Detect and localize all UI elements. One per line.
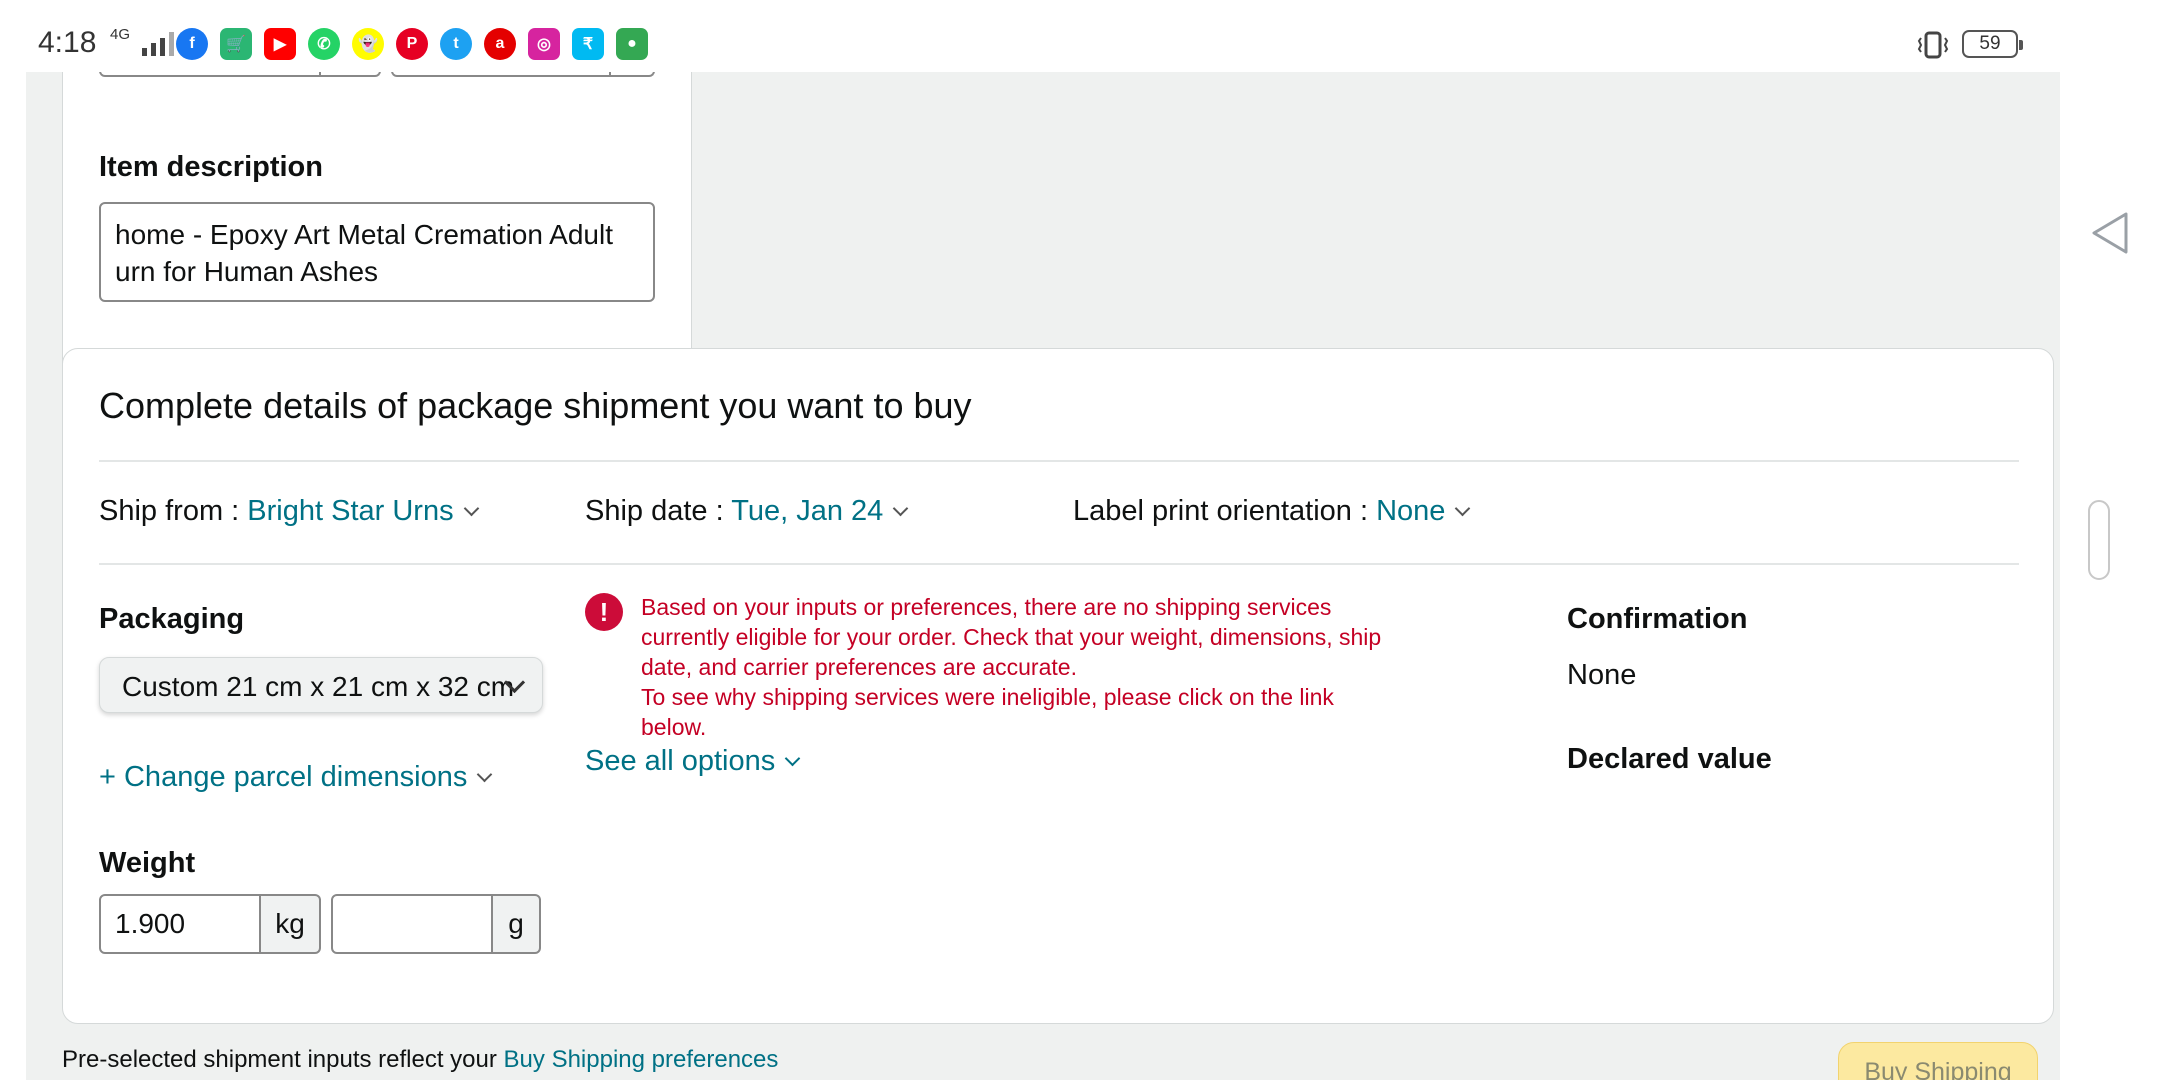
divider <box>99 460 2019 462</box>
weight-g-input[interactable] <box>331 894 493 954</box>
chevron-down-icon <box>477 766 493 783</box>
ship-date-dropdown[interactable]: Tue, Jan 24 <box>731 495 883 527</box>
facebook-icon: f <box>176 28 208 60</box>
maps-app-icon: ● <box>616 28 648 60</box>
ship-from-dropdown[interactable]: Bright Star Urns <box>247 495 453 527</box>
item-card: Item description home - Epoxy Art Metal … <box>62 72 692 388</box>
item-description-input[interactable]: home - Epoxy Art Metal Cremation Adult u… <box>99 202 655 302</box>
page-content: Item description home - Epoxy Art Metal … <box>26 72 2060 1080</box>
pinterest-icon: P <box>396 28 428 60</box>
buy-shipping-preferences-link[interactable]: Buy Shipping preferences <box>504 1046 779 1073</box>
ship-from-label: Ship from : <box>99 495 248 527</box>
ship-date-label: Ship date : <box>585 495 732 527</box>
chevron-down-icon <box>784 750 801 767</box>
weight-kg-input[interactable]: 1.900 <box>99 894 261 954</box>
alert-message: Based on your inputs or preferences, the… <box>641 594 1382 680</box>
confirmation-value: None <box>1567 659 1637 691</box>
airtel-icon: a <box>484 28 516 60</box>
change-parcel-dimensions-link[interactable]: + Change parcel dimensions <box>99 761 493 794</box>
packaging-value: Custom 21 cm x 21 cm x 32 cm <box>122 671 515 702</box>
chevron-down-icon[interactable] <box>463 500 479 517</box>
snapchat-icon: 👻 <box>352 28 384 60</box>
youtube-icon: ▶ <box>264 28 296 60</box>
system-navigation <box>2060 0 2160 1080</box>
shipment-card: Complete details of package shipment you… <box>62 348 2054 1024</box>
item-description-label: Item description <box>99 151 323 183</box>
confirmation-label: Confirmation <box>1567 603 1748 635</box>
dimension-field-stub[interactable] <box>99 72 381 77</box>
preferences-note: Pre-selected shipment inputs reflect you… <box>62 1046 778 1074</box>
notification-icons: f 🛒 ▶ ✆ 👻 Pt a ◎ ₹ ● <box>176 28 648 60</box>
dimension-field-stub[interactable] <box>391 72 655 77</box>
packaging-label: Packaging <box>99 603 245 635</box>
weight-label: Weight <box>99 847 196 879</box>
ineligible-alert: Based on your inputs or preferences, the… <box>641 592 1401 742</box>
orientation-dropdown[interactable]: None <box>1376 495 1445 527</box>
buy-shipping-button[interactable]: Buy Shipping <box>1838 1042 2038 1080</box>
kg-unit: kg <box>261 894 321 954</box>
orientation-label: Label print orientation : <box>1073 495 1377 527</box>
twitter-icon: t <box>440 28 472 60</box>
error-icon: ! <box>585 593 623 631</box>
see-all-label: See all options <box>585 745 776 777</box>
label-orientation: Label print orientation : None <box>1073 495 1471 528</box>
scrollbar-handle[interactable] <box>2088 500 2110 580</box>
network-type: 4G <box>110 26 131 43</box>
chevron-down-icon[interactable] <box>893 500 909 517</box>
ship-from: Ship from : Bright Star Urns <box>99 495 479 528</box>
clock: 4:18 <box>38 26 97 59</box>
alert-hint: To see why shipping services were inelig… <box>641 684 1334 740</box>
paytm-icon: ₹ <box>572 28 604 60</box>
instagram-icon: ◎ <box>528 28 560 60</box>
g-unit: g <box>493 894 541 954</box>
shopping-app-icon: 🛒 <box>220 28 252 60</box>
shipment-title: Complete details of package shipment you… <box>99 385 972 426</box>
whatsapp-icon: ✆ <box>308 28 340 60</box>
packaging-select[interactable]: Custom 21 cm x 21 cm x 32 cm <box>99 657 543 713</box>
battery-icon: 59 <box>1962 30 2023 58</box>
change-dimensions-label: + Change parcel dimensions <box>99 761 468 793</box>
status-bar: 4:18 4G f 🛒 ▶ ✆ 👻 Pt a ◎ ₹ ● 59 <box>0 0 2060 72</box>
divider <box>99 563 2019 565</box>
ship-date: Ship date : Tue, Jan 24 <box>585 495 909 528</box>
preferences-note-text: Pre-selected shipment inputs reflect you… <box>62 1046 504 1073</box>
signal-icon <box>142 32 174 56</box>
declared-value-label: Declared value <box>1567 743 1772 775</box>
chevron-down-icon[interactable] <box>1455 500 1471 517</box>
vibrate-icon <box>1917 31 1949 59</box>
back-icon[interactable] <box>2088 210 2132 256</box>
see-all-options-link[interactable]: See all options <box>585 745 801 778</box>
